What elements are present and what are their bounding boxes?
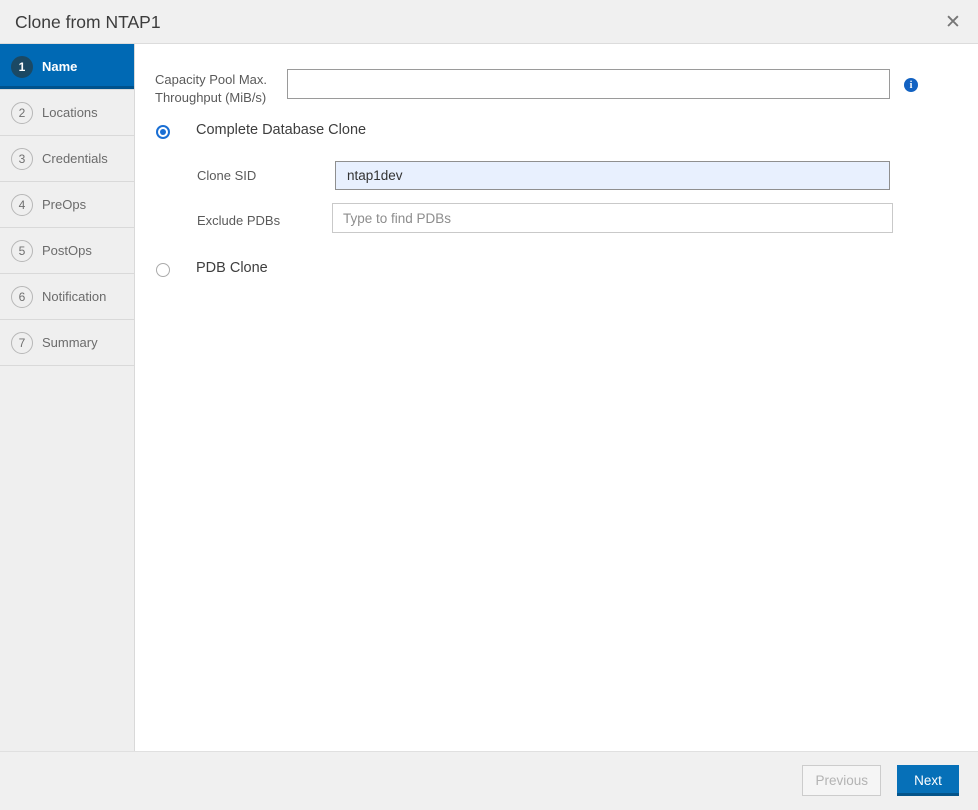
wizard-sidebar: 1 Name 2 Locations 3 Credentials 4 PreOp… <box>0 44 135 751</box>
exclude-pdbs-label: Exclude PDBs <box>197 213 281 228</box>
clone-sid-label: Clone SID <box>197 168 257 183</box>
clone-sid-input[interactable] <box>335 161 890 190</box>
step-preops[interactable]: 4 PreOps <box>0 182 134 228</box>
step-name[interactable]: 1 Name <box>0 44 134 90</box>
step-number-badge: 5 <box>11 239 33 262</box>
step-label: PostOps <box>42 243 92 258</box>
pdb-clone-radio[interactable] <box>156 263 170 277</box>
step-number-badge: 2 <box>11 101 33 124</box>
step-postops[interactable]: 5 PostOps <box>0 228 134 274</box>
step-label: Notification <box>42 289 107 304</box>
step-label: Summary <box>42 335 98 350</box>
capacity-label-line1: Capacity Pool Max. <box>155 72 267 87</box>
previous-button[interactable]: Previous <box>802 765 881 796</box>
step-number-badge: 4 <box>11 193 33 216</box>
next-button[interactable]: Next <box>897 765 959 796</box>
step-label: Name <box>42 59 78 74</box>
clone-dialog: { "dialog": { "title": "Clone from NTAP1… <box>0 0 978 810</box>
info-icon[interactable]: i <box>904 78 918 92</box>
step-number-badge: 1 <box>11 55 33 78</box>
step-summary[interactable]: 7 Summary <box>0 320 134 366</box>
name-step-panel: Capacity Pool Max. Throughput (MiB/s) i … <box>135 44 978 751</box>
step-number-badge: 3 <box>11 147 33 170</box>
capacity-pool-throughput-label: Capacity Pool Max. Throughput (MiB/s) <box>155 71 295 106</box>
footer-buttons: Previous Next <box>802 765 959 796</box>
step-label: PreOps <box>42 197 87 212</box>
step-locations[interactable]: 2 Locations <box>0 90 134 136</box>
complete-database-clone-label[interactable]: Complete Database Clone <box>196 122 366 138</box>
exclude-pdbs-input[interactable] <box>332 203 893 233</box>
step-notification[interactable]: 6 Notification <box>0 274 134 320</box>
pdb-clone-label[interactable]: PDB Clone <box>196 260 268 276</box>
step-credentials[interactable]: 3 Credentials <box>0 136 134 182</box>
dialog-title: Clone from NTAP1 <box>15 12 161 32</box>
dialog-header: Clone from NTAP1 ✕ <box>0 0 978 44</box>
dialog-footer: Previous Next <box>0 751 978 810</box>
step-label: Credentials <box>42 151 108 166</box>
step-label: Locations <box>42 105 98 120</box>
step-number-badge: 6 <box>11 285 33 308</box>
capacity-pool-throughput-input[interactable] <box>287 69 890 99</box>
complete-database-clone-radio[interactable] <box>156 125 170 139</box>
step-number-badge: 7 <box>11 331 33 354</box>
capacity-label-line2: Throughput (MiB/s) <box>155 89 267 105</box>
close-icon[interactable]: ✕ <box>939 8 967 36</box>
